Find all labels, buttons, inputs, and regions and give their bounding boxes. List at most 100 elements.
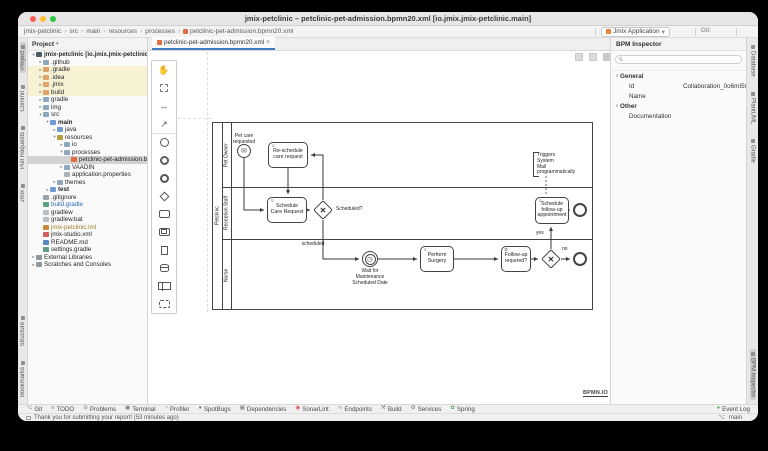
canvas-tool-button[interactable] (603, 53, 610, 61)
create-intermediate-event[interactable] (152, 151, 176, 169)
tree-row[interactable]: gradlew (28, 209, 147, 217)
tree-row[interactable]: build.gradle (28, 201, 147, 209)
tree-row[interactable]: ▸ io (28, 141, 147, 149)
tree-row[interactable]: ▸ img (28, 104, 147, 112)
end-event[interactable] (573, 203, 587, 217)
problems-toolwindow[interactable]: ⊘ Problems (83, 406, 116, 413)
dependencies-toolwindow[interactable]: ▦ Dependencies (240, 406, 287, 413)
run-configuration-select[interactable]: Jmix Application ▾ (601, 26, 670, 37)
tree-row[interactable]: ▾ resources (28, 134, 147, 142)
task-reschedule-care-request[interactable]: ☺ Re-schedule care request (268, 142, 308, 168)
lasso-tool[interactable] (152, 79, 176, 97)
tree-row[interactable]: ▸ themes (28, 179, 147, 187)
bpmn-canvas[interactable]: Petclinic Pet Owner Reception Staff Nurs… (148, 51, 610, 404)
toolwindow-bookmarks[interactable]: Bookmarks (20, 358, 26, 400)
tree-row[interactable]: gradlew.bat (28, 216, 147, 224)
tree-row[interactable]: petclinic-pet-admission.bpmn20.xml (28, 156, 147, 164)
event-log[interactable]: ● Event Log (717, 406, 750, 413)
tree-row[interactable]: README.md (28, 239, 147, 247)
git-toolwindow[interactable]: ⌥ Git (26, 406, 42, 413)
todo-toolwindow[interactable]: ≡ TODO (51, 406, 74, 413)
toolwindow-database[interactable]: Database (750, 42, 756, 80)
project-panel-title[interactable]: Project (32, 41, 54, 48)
lane-label[interactable]: Pet Owner (222, 123, 231, 187)
hand-tool[interactable] (152, 61, 176, 79)
bpmn-io-watermark[interactable]: BPMN.IO (583, 390, 608, 397)
tree-row[interactable]: ▸ .idea (28, 73, 147, 81)
tree-row[interactable]: ▾ src (28, 111, 147, 119)
tree-row[interactable]: ▸ gradle (28, 96, 147, 104)
tree-row[interactable]: jmix-studio.xml (28, 231, 147, 239)
notification-balloon-icon[interactable] (26, 415, 31, 420)
breadcrumb-item[interactable]: jmix-petclinic (24, 28, 61, 35)
breadcrumb-item[interactable]: main (78, 28, 100, 35)
create-data-object[interactable] (152, 241, 176, 259)
lane-label[interactable]: Reception Staff (222, 187, 231, 239)
timer-event-wait[interactable]: ◷ (362, 251, 378, 267)
build-toolwindow[interactable]: ⚒ Build (381, 406, 402, 413)
toolwindow-project[interactable]: Project (19, 42, 26, 73)
services-toolwindow[interactable]: ⚙ Services (411, 406, 442, 413)
tree-row[interactable]: ▸ VAADIN (28, 164, 147, 172)
text-annotation[interactable]: Triggers System Mail programmatically (533, 152, 575, 177)
start-event[interactable]: ✉ (237, 144, 251, 158)
tree-row[interactable]: ▸ java (28, 126, 147, 134)
spring-toolwindow[interactable]: ✿ Spring (450, 406, 475, 413)
toolwindow-commit[interactable]: Commit (20, 82, 26, 115)
toolwindow-bpm-inspector[interactable]: BPM Inspector (749, 348, 756, 400)
inspector-search-input[interactable]: ⚲ (615, 55, 742, 64)
tree-row[interactable]: ▾ main (28, 119, 147, 127)
inspector-row[interactable]: ∨ General (611, 71, 746, 81)
tree-row[interactable]: ▸ .gradle (28, 66, 147, 74)
task-perform-surgery[interactable]: ☺ Perform Surgery (420, 246, 454, 272)
breadcrumb-item[interactable]: petclinic-pet-admission.bpmn20.xml (175, 28, 293, 35)
task-schedule-follow-up[interactable]: ☺ Schedule follow-up appointment (535, 197, 569, 224)
lane-label[interactable]: Nurse (222, 239, 231, 311)
inspector-row[interactable]: Documentation (611, 111, 746, 121)
breadcrumb-item[interactable]: processes (137, 28, 175, 35)
inspector-row[interactable]: Id Collaboration_0o6mI50 (611, 81, 746, 91)
inspector-row[interactable]: ∨ Other (611, 101, 746, 111)
tree-row[interactable]: settings.gradle (28, 246, 147, 254)
create-data-store[interactable] (152, 259, 176, 277)
canvas-tool-button[interactable] (575, 53, 583, 61)
spotbugs-toolwindow[interactable]: ● SpotBugs (199, 406, 231, 413)
breadcrumb-item[interactable]: src (61, 28, 78, 35)
tree-row[interactable]: ▸ Scratches and Consoles (28, 261, 147, 269)
close-tab-icon[interactable]: × (266, 39, 270, 46)
inspector-row[interactable]: Name (611, 91, 746, 101)
task-follow-up-required[interactable]: ⚙ Follow-up required? (501, 246, 531, 272)
git-branch-name[interactable]: main (729, 415, 742, 421)
title-bar[interactable]: jmix-petclinic – petclinic-pet-admission… (18, 12, 758, 26)
create-group[interactable] (152, 295, 176, 313)
toolwindow-gradle[interactable]: Gradle (750, 136, 756, 166)
pool-label[interactable]: Petclinic (213, 123, 222, 309)
editor-tab[interactable]: petclinic-pet-admission.bpmn20.xml × (152, 37, 276, 50)
tree-row[interactable]: ▸ .github (28, 59, 147, 67)
tree-row[interactable]: application.properties (28, 171, 147, 179)
toolwindow-jmix[interactable]: Jmix (20, 181, 26, 205)
global-connect-tool[interactable] (152, 115, 176, 133)
create-task[interactable] (152, 205, 176, 223)
chevron-down-icon[interactable]: ▾ (56, 41, 59, 47)
terminal-toolwindow[interactable]: ▣ Terminal (125, 406, 156, 413)
tree-row[interactable]: ▸ build (28, 88, 147, 96)
tree-row[interactable]: ▸ .jmix (28, 81, 147, 89)
toolwindow-pull-requests[interactable]: Pull Requests (20, 123, 26, 172)
create-subprocess[interactable] (152, 223, 176, 241)
tree-row[interactable]: ▸ test (28, 186, 147, 194)
create-start-event[interactable] (152, 133, 176, 151)
endpoints-toolwindow[interactable]: ∿ Endpoints (338, 406, 372, 413)
breadcrumb-item[interactable]: resources (100, 28, 137, 35)
create-gateway[interactable] (152, 187, 176, 205)
create-participant[interactable] (152, 277, 176, 295)
tree-row[interactable]: ▾ processes (28, 149, 147, 157)
task-schedule-care-request[interactable]: ☺ Schedule Care Request (267, 197, 307, 223)
tree-row[interactable]: jmix-petclinic.iml (28, 224, 147, 232)
toolwindow-plantuml[interactable]: PlantUML (750, 89, 756, 127)
tree-row[interactable]: ▸ External Libraries (28, 254, 147, 262)
profiler-toolwindow[interactable]: ◔ Profiler (165, 406, 190, 413)
tree-row[interactable]: .gitignore (28, 194, 147, 202)
toolwindow-structure[interactable]: Structure (20, 313, 26, 349)
sonarlint-toolwindow[interactable]: ◉ SonarLint (295, 406, 328, 413)
